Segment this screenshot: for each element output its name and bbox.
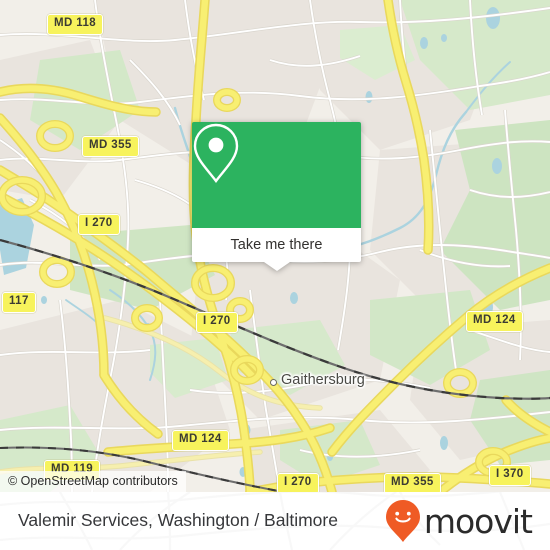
road-shield[interactable]: MD 355 — [82, 136, 139, 157]
place-marker-gaithersburg — [270, 379, 277, 386]
road-shield[interactable]: I 270 — [78, 214, 120, 235]
moovit-logo[interactable]: moovit — [384, 499, 533, 543]
road-shield[interactable]: MD 124 — [172, 430, 229, 451]
road-shield[interactable]: MD 118 — [47, 14, 104, 35]
location-popup-card[interactable]: Take me there — [192, 122, 361, 271]
road-shield[interactable]: 117 — [2, 292, 36, 313]
footer-bar: Valemir Services, Washington / Baltimore… — [0, 492, 550, 550]
moovit-wordmark: moovit — [423, 501, 533, 541]
take-me-there-label: Take me there — [230, 236, 323, 253]
road-shield[interactable]: MD 124 — [466, 311, 523, 332]
road-shield[interactable]: I 370 — [489, 465, 531, 486]
popup-header — [192, 122, 361, 228]
place-label-gaithersburg: Gaithersburg — [281, 372, 365, 388]
map-attribution[interactable]: © OpenStreetMap contributors — [0, 471, 186, 492]
road-shield[interactable]: I 270 — [196, 312, 238, 333]
road-shield[interactable]: I 270 — [277, 473, 319, 492]
moovit-map-card: Gaithersburg MD 118 MD 355 I 270 117 I 2… — [0, 0, 550, 550]
map-canvas[interactable]: Gaithersburg MD 118 MD 355 I 270 117 I 2… — [0, 0, 550, 492]
map-pin-icon — [193, 123, 239, 183]
popup-pointer-tail — [263, 262, 290, 271]
road-shield[interactable]: MD 355 — [384, 473, 441, 492]
moovit-smiley-pin-icon — [385, 500, 420, 542]
page-title: Valemir Services, Washington / Baltimore — [18, 510, 338, 531]
popup-action-bar[interactable]: Take me there — [192, 228, 361, 262]
